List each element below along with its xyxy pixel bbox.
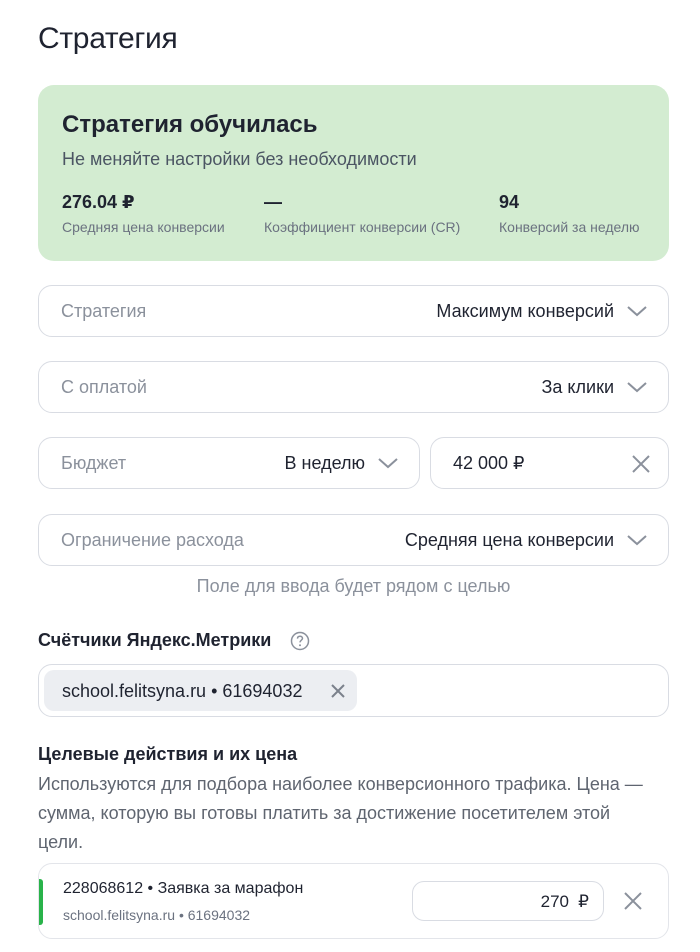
- status-title: Стратегия обучилась: [62, 111, 318, 138]
- payment-select-label: С оплатой: [61, 377, 147, 397]
- metric-avg-conversion-price: 276.04 ₽ Средняя цена конверсии: [62, 192, 225, 235]
- goal-counter: school.felitsyna.ru • 61694032: [63, 907, 251, 923]
- budget-amount-value: 42 000 ₽: [453, 453, 525, 473]
- chevron-down-icon: [627, 306, 647, 317]
- metric-value: 94: [499, 192, 520, 212]
- spend-limit-hint: Поле для ввода будет рядом с целью: [196, 576, 511, 596]
- metrika-counter-chip: school.felitsyna.ru • 61694032: [44, 670, 357, 711]
- goal-price-input[interactable]: 270 ₽: [412, 881, 604, 921]
- budget-period-select[interactable]: Бюджет В неделю: [38, 437, 420, 489]
- strategy-select-label: Стратегия: [61, 301, 147, 321]
- goal-price-currency: ₽: [578, 892, 589, 911]
- goal-title: 228068612 • Заявка за марафон: [63, 880, 304, 897]
- close-icon[interactable]: [630, 453, 652, 475]
- goal-price-value: 270: [540, 892, 569, 911]
- status-subtitle: Не меняйте настройки без необходимости: [62, 149, 417, 169]
- metrika-counters-field[interactable]: school.felitsyna.ru • 61694032: [38, 664, 669, 717]
- metric-label: Конверсий за неделю: [499, 219, 640, 235]
- spend-limit-select[interactable]: Ограничение расхода Средняя цена конверс…: [38, 514, 669, 566]
- metric-label: Средняя цена конверсии: [62, 219, 225, 235]
- payment-select-value: За клики: [541, 377, 614, 397]
- page-title: Стратегия: [38, 22, 178, 55]
- budget-select-label: Бюджет: [61, 453, 127, 473]
- metrika-counter-label: school.felitsyna.ru • 61694032: [62, 681, 303, 701]
- spend-limit-label: Ограничение расхода: [61, 530, 244, 550]
- question-circle-icon[interactable]: [290, 631, 310, 651]
- strategy-status-card: Стратегия обучилась Не меняйте настройки…: [38, 85, 669, 261]
- payment-select[interactable]: С оплатой За клики: [38, 361, 669, 413]
- goals-description: Используются для подбора наиболее конвер…: [38, 774, 643, 852]
- chevron-down-icon: [378, 458, 398, 469]
- chevron-down-icon: [627, 535, 647, 546]
- spend-limit-value: Средняя цена конверсии: [404, 530, 614, 550]
- close-icon[interactable]: [330, 683, 346, 699]
- metric-label: Коэффициент конверсии (CR): [264, 219, 461, 235]
- goals-section-title: Целевые действия и их цена: [38, 744, 298, 764]
- budget-amount-input[interactable]: 42 000 ₽: [430, 437, 669, 489]
- goal-accent-bar: [39, 879, 43, 925]
- goal-item: 228068612 • Заявка за марафон school.fel…: [38, 863, 669, 939]
- metrika-section-title: Счётчики Яндекс.Метрики: [38, 630, 272, 650]
- strategy-select[interactable]: Стратегия Максимум конверсий: [38, 285, 669, 337]
- budget-select-value: В неделю: [284, 453, 365, 473]
- metric-conversion-rate: — Коэффициент конверсии (CR): [264, 192, 460, 235]
- close-icon[interactable]: [622, 890, 644, 912]
- strategy-select-value: Максимум конверсий: [436, 301, 614, 321]
- metric-value: 276.04 ₽: [62, 192, 135, 212]
- metric-weekly-conversions: 94 Конверсий за неделю: [499, 192, 640, 235]
- chevron-down-icon: [627, 382, 647, 393]
- metric-value: —: [264, 192, 282, 212]
